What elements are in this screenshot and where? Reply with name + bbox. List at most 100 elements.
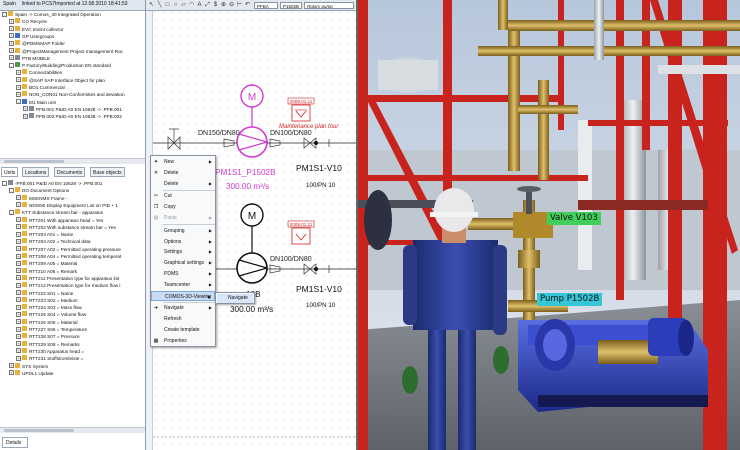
ellipse-tool-icon[interactable]: ○ bbox=[172, 2, 179, 9]
tree-item[interactable]: + PFB.001 P&ID A0 EN 10628 -> .PFB.001 bbox=[23, 105, 122, 113]
expand-icon[interactable]: + bbox=[23, 106, 28, 112]
tree-item[interactable]: - Spain -> Comos_30 Integrated Operation bbox=[2, 11, 101, 18]
tree-item[interactable]: + RTT209 A05 = Material bbox=[16, 260, 77, 267]
menu-item-refresh[interactable]: Refresh bbox=[151, 314, 215, 324]
menu-item-paste[interactable]: ▤ Paste ▶ bbox=[151, 213, 215, 223]
tree-item[interactable]: + NON_CON01 Non-Conformities and deviatio… bbox=[16, 91, 125, 98]
tree-item[interactable]: + RTT223 S02 = Medium bbox=[16, 296, 78, 304]
tree-item[interactable]: - M1 Main unit bbox=[16, 98, 56, 106]
collapse-icon[interactable]: - bbox=[9, 62, 14, 68]
tree-item[interactable]: + RTT208 A04 = Permitted operating temper… bbox=[16, 253, 121, 260]
expand-icon[interactable]: + bbox=[16, 355, 21, 361]
expand-icon[interactable]: + bbox=[16, 91, 21, 97]
expand-icon[interactable]: + bbox=[16, 282, 21, 288]
tree-item[interactable]: + RTT211 Presentation type for apparatus … bbox=[16, 274, 119, 282]
collapse-icon[interactable]: - bbox=[9, 209, 14, 215]
expand-icon[interactable]: + bbox=[16, 297, 21, 303]
tree-item[interactable]: + RTT204 A02 = Technical data bbox=[16, 238, 90, 245]
tree-item[interactable]: + PFB.002 P&ID A0 EN 10628 -> .PFB.002 bbox=[23, 113, 122, 120]
expand-icon[interactable]: + bbox=[16, 238, 21, 244]
tree-item[interactable]: + RTT202 With substance stream bar = Yes bbox=[16, 223, 116, 231]
collapse-icon[interactable]: - bbox=[2, 180, 7, 186]
arc-tool-icon[interactable]: ◠ bbox=[188, 2, 195, 9]
menu-item-delete[interactable]: ✕ Delete bbox=[151, 168, 215, 178]
collapse-icon[interactable]: - bbox=[2, 11, 7, 17]
tree-item[interactable]: + RTT229 S08 = Remarks bbox=[16, 340, 80, 348]
pump-p1502b-3d[interactable] bbox=[518, 318, 708, 412]
tree-item[interactable]: + @SAP SAP Interface Object for plan bbox=[16, 76, 105, 84]
expand-icon[interactable]: + bbox=[9, 363, 14, 368]
undo-icon[interactable]: ↶ bbox=[244, 2, 251, 9]
tree-item[interactable]: + Connectabilities bbox=[16, 69, 62, 76]
menu-item-settings[interactable]: Settings ▶ bbox=[151, 247, 215, 257]
tree-item[interactable]: + PTB MOBILE bbox=[9, 54, 50, 62]
menu-item-teamcenter[interactable]: Teamcenter ▶ bbox=[151, 280, 215, 290]
polyline-tool-icon[interactable]: ▱ bbox=[180, 2, 187, 9]
tree-item[interactable]: + RTT224 S03 = Mass flow bbox=[16, 304, 82, 311]
expand-icon[interactable]: + bbox=[9, 48, 14, 53]
tree-item[interactable]: - DO Document Options bbox=[9, 187, 69, 194]
expand-icon[interactable]: + bbox=[16, 246, 21, 252]
expand-icon[interactable]: + bbox=[16, 341, 21, 347]
tree-item[interactable]: + NDIS50 Display Equipment List on PID + … bbox=[16, 201, 118, 209]
object-name-field[interactable]: P1502B bbox=[280, 2, 302, 9]
tab-details[interactable]: Details bbox=[2, 437, 28, 448]
tree-item[interactable]: + CO Recycle bbox=[9, 18, 47, 25]
expand-icon[interactable]: + bbox=[9, 33, 14, 39]
tree-item[interactable]: + RTT231 Stoffstromleiste = bbox=[16, 355, 83, 362]
menu-item-create-template[interactable]: Create template bbox=[151, 325, 215, 335]
menu-item-pdms[interactable]: PDMS ▶ bbox=[151, 269, 215, 279]
maintenance-marker-2[interactable]: 2009.01.11 bbox=[287, 220, 315, 245]
expand-icon[interactable]: + bbox=[9, 26, 14, 32]
expand-icon[interactable]: + bbox=[16, 290, 21, 295]
connect-tool-icon[interactable]: ⤢ bbox=[204, 2, 211, 9]
expand-icon[interactable]: + bbox=[16, 260, 21, 266]
anchor-tool-icon[interactable]: $ bbox=[212, 2, 219, 9]
expand-icon[interactable]: + bbox=[16, 304, 21, 310]
tree-item[interactable]: + RTT222 S01 = Name bbox=[16, 289, 73, 297]
expand-icon[interactable]: + bbox=[16, 319, 21, 325]
menu-item-options[interactable]: Options ▶ bbox=[151, 237, 215, 247]
tree-item[interactable]: + UPDL1 Update bbox=[9, 369, 54, 377]
menu-item-grouping[interactable]: Grouping ▶ bbox=[151, 226, 215, 236]
tree-item[interactable]: + EVC Event collector bbox=[9, 25, 64, 33]
expand-icon[interactable]: + bbox=[16, 69, 21, 75]
expand-icon[interactable]: + bbox=[16, 217, 21, 222]
tree-item[interactable]: - KTT Substance stream bar - apparatus bbox=[9, 209, 103, 216]
zoom-in-icon[interactable]: ⊕ bbox=[220, 2, 227, 9]
pointer-tool-icon[interactable]: ↖ bbox=[148, 2, 155, 9]
tree-item[interactable]: + RTT227 S06 = Temperature bbox=[16, 326, 87, 333]
expand-icon[interactable]: + bbox=[16, 326, 21, 332]
tree-top-scrollbar[interactable] bbox=[0, 158, 145, 164]
menu-item-delete[interactable]: Delete ▶ bbox=[151, 179, 215, 189]
tree-item[interactable]: - -PFB.001 P&ID A0 EN 10628 -> .PFB.001 bbox=[2, 180, 102, 187]
expand-icon[interactable]: + bbox=[9, 18, 14, 24]
tree-item[interactable]: + RTT210 A06 = Remark bbox=[16, 267, 77, 275]
expand-icon[interactable]: + bbox=[16, 84, 21, 90]
menu-item-properties[interactable]: ▦ Properties bbox=[151, 336, 215, 346]
tree-item[interactable]: + RTT207 A03 = Permitted operating pressu… bbox=[16, 245, 121, 253]
tree-item[interactable]: + @ProjectManagement Project management R… bbox=[9, 47, 123, 55]
expand-icon[interactable]: + bbox=[9, 55, 14, 61]
submenu-item-navigate[interactable]: Navigate bbox=[217, 294, 253, 303]
tree-item[interactable]: + RTT212 Presentation type for medium flo… bbox=[16, 282, 120, 289]
zoom-out-icon[interactable]: ⊖ bbox=[228, 2, 235, 9]
tree-item[interactable]: + BO1 Commercial bbox=[16, 84, 65, 91]
line-tool-icon[interactable]: ╲ bbox=[156, 2, 163, 9]
text-tool-icon[interactable]: A bbox=[196, 2, 203, 9]
expand-icon[interactable]: + bbox=[16, 195, 21, 201]
tree-item[interactable]: + RTT201 With apparatus head = Yes bbox=[16, 216, 103, 224]
expand-icon[interactable]: + bbox=[9, 40, 14, 46]
expand-icon[interactable]: + bbox=[16, 311, 21, 317]
tree-item[interactable]: + RTT225 S04 = Volume flow bbox=[16, 311, 86, 318]
menu-item-new[interactable]: ✦ New ▶ bbox=[151, 157, 215, 167]
menu-item-graphical-settings[interactable]: Graphical settings ▶ bbox=[151, 258, 215, 268]
expand-icon[interactable]: + bbox=[16, 348, 21, 354]
menu-item-navigate[interactable]: ➜ Navigate ▶ bbox=[151, 303, 215, 313]
menu-item-copy[interactable]: ❐ Copy bbox=[151, 202, 215, 212]
expand-icon[interactable]: + bbox=[16, 268, 21, 274]
tree-item[interactable]: + RTT203 A01 = Name bbox=[16, 231, 73, 238]
collapse-icon[interactable]: - bbox=[16, 99, 21, 105]
tab-base-objects[interactable]: Base objects bbox=[90, 167, 125, 177]
tree-item[interactable]: + SYS System bbox=[9, 362, 48, 370]
